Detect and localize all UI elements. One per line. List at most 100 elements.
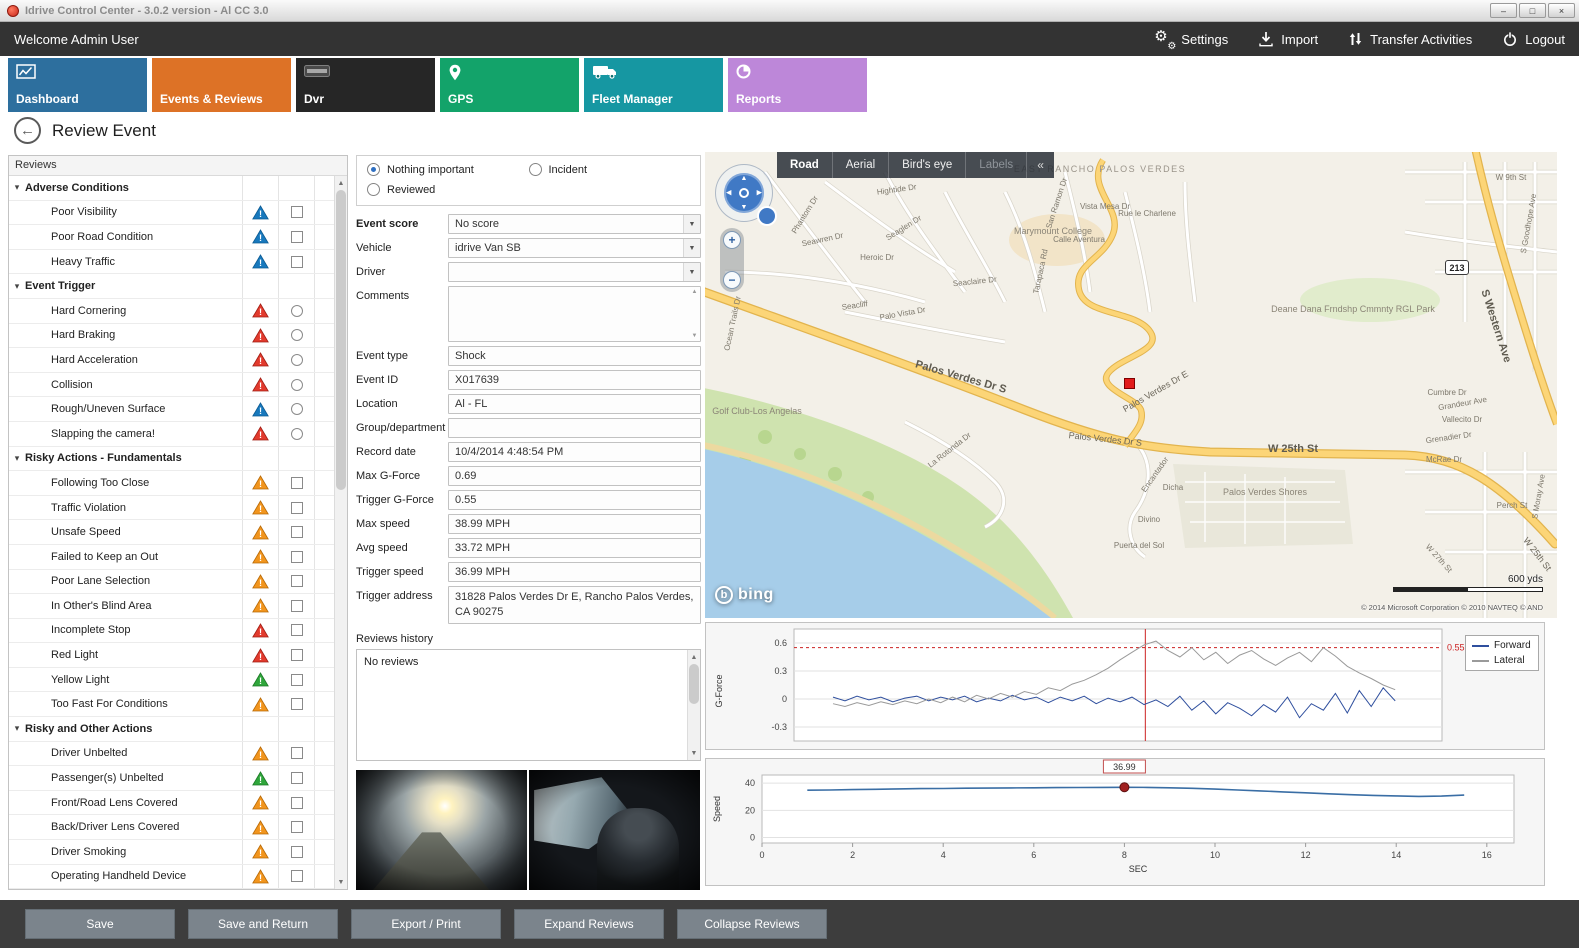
following-too-close-checkbox[interactable] <box>291 477 303 489</box>
location-field[interactable]: Al - FL <box>448 394 701 414</box>
comments-textarea[interactable]: ▲▼ <box>448 286 701 342</box>
map-mode-aerial[interactable]: Aerial <box>832 152 888 178</box>
save-button[interactable]: Save <box>25 909 175 939</box>
front-road-lens-covered-checkbox[interactable] <box>291 797 303 809</box>
trigger-g-force-field[interactable]: 0.55 <box>448 490 701 510</box>
reviews-history-list[interactable]: No reviews ▲ ▼ <box>356 649 701 761</box>
review-group-risky-and-other-actions[interactable]: ▾Risky and Other Actions <box>9 717 334 742</box>
review-item-poor-visibility[interactable]: Poor Visibility! <box>9 201 334 226</box>
group-department-field[interactable] <box>448 418 701 438</box>
review-item-traffic-violation[interactable]: Traffic Violation! <box>9 496 334 521</box>
event-id-field[interactable]: X017639 <box>448 370 701 390</box>
tab-events[interactable]: Events & Reviews <box>152 58 291 112</box>
hard-acceleration-radio[interactable] <box>291 354 303 366</box>
review-group-adverse-conditions[interactable]: ▾Adverse Conditions <box>9 176 334 201</box>
reviews-history-scrollbar[interactable]: ▲ ▼ <box>687 650 700 760</box>
classification-incident-radio[interactable]: Incident <box>529 163 691 176</box>
compass-rotate-knob[interactable] <box>757 206 777 226</box>
review-item-too-fast-for-conditions[interactable]: Too Fast For Conditions! <box>9 692 334 717</box>
review-item-following-too-close[interactable]: Following Too Close! <box>9 471 334 496</box>
back-button[interactable]: ← <box>14 117 41 144</box>
logout-button[interactable]: Logout <box>1502 31 1565 47</box>
map-toolbar-collapse-icon[interactable]: « <box>1026 152 1054 178</box>
expand-reviews-button[interactable]: Expand Reviews <box>514 909 664 939</box>
scrollbar-thumb[interactable] <box>336 190 346 490</box>
max-speed-field[interactable]: 38.99 MPH <box>448 514 701 534</box>
review-item-incomplete-stop[interactable]: Incomplete Stop! <box>9 619 334 644</box>
tab-reports[interactable]: Reports <box>728 58 867 112</box>
max-g-force-field[interactable]: 0.69 <box>448 466 701 486</box>
tab-dashboard[interactable]: Dashboard <box>8 58 147 112</box>
review-item-hard-braking[interactable]: Hard Braking! <box>9 324 334 349</box>
rough-uneven-surface-radio[interactable] <box>291 403 303 415</box>
maximize-button[interactable]: □ <box>1519 3 1546 18</box>
collapse-arrow-icon[interactable]: ▾ <box>9 274 25 298</box>
map-compass[interactable]: ▲▼ ◀▶ <box>715 164 773 222</box>
in-other-s-blind-area-checkbox[interactable] <box>291 600 303 612</box>
review-group-risky-actions-fundamentals[interactable]: ▾Risky Actions - Fundamentals <box>9 447 334 472</box>
record-date-field[interactable]: 10/4/2014 4:48:54 PM <box>448 442 701 462</box>
failed-to-keep-an-out-checkbox[interactable] <box>291 551 303 563</box>
review-item-rough-uneven-surface[interactable]: Rough/Uneven Surface! <box>9 397 334 422</box>
collision-radio[interactable] <box>291 379 303 391</box>
close-button[interactable]: × <box>1548 3 1575 18</box>
heavy-traffic-checkbox[interactable] <box>291 256 303 268</box>
zoom-out-button[interactable]: − <box>723 271 741 289</box>
compass-pan-icon[interactable]: ▲▼ ◀▶ <box>724 173 764 213</box>
driver-unbelted-checkbox[interactable] <box>291 747 303 759</box>
traffic-violation-checkbox[interactable] <box>291 502 303 514</box>
review-item-poor-road-condition[interactable]: Poor Road Condition! <box>9 225 334 250</box>
transfer-button[interactable]: Transfer Activities <box>1348 31 1472 47</box>
driver-smoking-checkbox[interactable] <box>291 846 303 858</box>
trigger-address-field[interactable]: 31828 Palos Verdes Dr E, Rancho Palos Ve… <box>448 586 701 624</box>
hard-cornering-radio[interactable] <box>291 305 303 317</box>
collapse-arrow-icon[interactable]: ▾ <box>9 176 25 200</box>
tab-dvr[interactable]: Dvr <box>296 58 435 112</box>
textarea-scrollbar[interactable]: ▲▼ <box>689 287 700 341</box>
review-item-driver-unbelted[interactable]: Driver Unbelted! <box>9 742 334 767</box>
slapping-the-camera-radio[interactable] <box>291 428 303 440</box>
review-item-failed-to-keep-an-out[interactable]: Failed to Keep an Out! <box>9 545 334 570</box>
zoom-in-button[interactable]: + <box>723 231 741 249</box>
avg-speed-field[interactable]: 33.72 MPH <box>448 538 701 558</box>
settings-button[interactable]: ⚙⚙Settings <box>1154 30 1228 48</box>
video-thumbnail-road[interactable] <box>356 770 527 890</box>
map-mode-bird-s-eye[interactable]: Bird's eye <box>888 152 965 178</box>
passenger-s-unbelted-checkbox[interactable] <box>291 772 303 784</box>
driver-select[interactable]: ▼ <box>448 262 701 282</box>
red-light-checkbox[interactable] <box>291 649 303 661</box>
review-item-hard-acceleration[interactable]: Hard Acceleration! <box>9 348 334 373</box>
poor-visibility-checkbox[interactable] <box>291 206 303 218</box>
video-thumbnail-cabin[interactable] <box>529 770 700 890</box>
review-group-event-trigger[interactable]: ▾Event Trigger <box>9 274 334 299</box>
trigger-speed-field[interactable]: 36.99 MPH <box>448 562 701 582</box>
scroll-down-icon[interactable]: ▼ <box>335 875 347 889</box>
review-item-collision[interactable]: Collision! <box>9 373 334 398</box>
minimize-button[interactable]: – <box>1490 3 1517 18</box>
review-item-slapping-the-camera[interactable]: Slapping the camera!! <box>9 422 334 447</box>
review-item-back-driver-lens-covered[interactable]: Back/Driver Lens Covered! <box>9 815 334 840</box>
review-item-front-road-lens-covered[interactable]: Front/Road Lens Covered! <box>9 791 334 816</box>
chevron-down-icon[interactable]: ▼ <box>683 263 700 281</box>
tab-gps[interactable]: GPS <box>440 58 579 112</box>
yellow-light-checkbox[interactable] <box>291 674 303 686</box>
tab-fleet[interactable]: Fleet Manager <box>584 58 723 112</box>
review-item-poor-lane-selection[interactable]: Poor Lane Selection! <box>9 570 334 595</box>
classification-nothing-important-radio[interactable]: Nothing important <box>367 163 529 176</box>
chevron-down-icon[interactable]: ▼ <box>683 239 700 257</box>
hard-braking-radio[interactable] <box>291 329 303 341</box>
export-print-button[interactable]: Export / Print <box>351 909 501 939</box>
too-fast-for-conditions-checkbox[interactable] <box>291 698 303 710</box>
back-driver-lens-covered-checkbox[interactable] <box>291 821 303 833</box>
review-item-yellow-light[interactable]: Yellow Light! <box>9 668 334 693</box>
review-item-heavy-traffic[interactable]: Heavy Traffic! <box>9 250 334 275</box>
map-mode-labels[interactable]: Labels <box>965 152 1026 178</box>
save-and-return-button[interactable]: Save and Return <box>188 909 338 939</box>
review-item-driver-smoking[interactable]: Driver Smoking! <box>9 840 334 865</box>
event-type-field[interactable]: Shock <box>448 346 701 366</box>
event-location-marker[interactable] <box>1124 378 1135 389</box>
review-item-red-light[interactable]: Red Light! <box>9 643 334 668</box>
map-mode-road[interactable]: Road <box>777 152 832 178</box>
classification-reviewed-radio[interactable]: Reviewed <box>367 183 529 196</box>
scroll-down-icon[interactable]: ▼ <box>688 746 700 760</box>
